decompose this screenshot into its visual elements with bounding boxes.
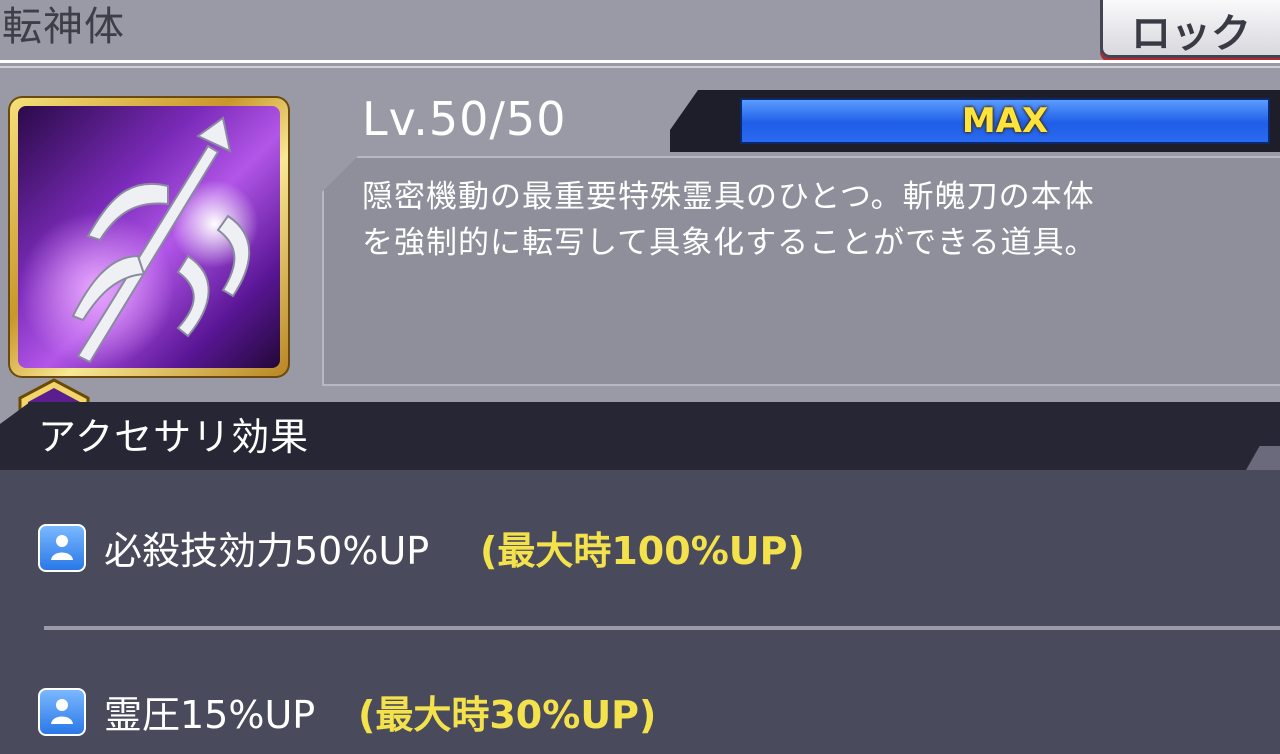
header-divider <box>0 60 1280 63</box>
effect-max-text: (最大時30%UP) <box>358 693 657 737</box>
item-icon-card: 心 ★★★★★ <box>8 96 290 470</box>
level-bar-label: MAX <box>961 101 1049 141</box>
page-title: 転神体 <box>2 4 125 50</box>
level-text: Lv.50/50 <box>362 92 567 146</box>
trident-icon <box>71 116 251 364</box>
effect-text: 必殺技効力50%UP <box>104 529 430 573</box>
person-icon <box>38 524 86 572</box>
item-artwork <box>18 106 280 368</box>
effects-divider <box>44 626 1280 630</box>
effect-max-text: (最大時100%UP) <box>480 529 805 573</box>
header-divider-shadow <box>0 66 1280 68</box>
lock-button[interactable]: ロック <box>1100 0 1280 58</box>
person-icon <box>38 688 86 736</box>
effects-title: アクセサリ効果 <box>38 415 310 459</box>
lock-button-label: ロック <box>1131 11 1251 57</box>
item-description: 隠密機動の最重要特殊霊具のひとつ。斬魄刀の本体 を強制的に転写して具象化すること… <box>362 179 1097 261</box>
effect-text: 霊圧15%UP <box>104 693 316 737</box>
